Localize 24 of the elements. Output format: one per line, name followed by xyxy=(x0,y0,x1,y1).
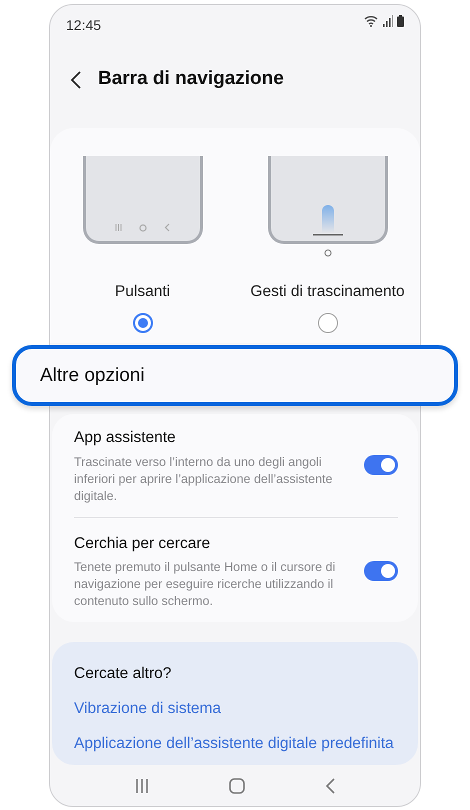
suggestion-link[interactable]: Vibrazione di sistema xyxy=(74,697,396,720)
highlighted-menu-item[interactable]: Altre opzioni xyxy=(12,345,458,406)
home-indicator-icon xyxy=(324,249,332,258)
suggestion-link[interactable]: Applicazione dell’assistente digitale predefinita xyxy=(74,732,396,756)
toggle-switch[interactable] xyxy=(364,455,398,476)
suggestions-title: Cercate altro? xyxy=(74,664,172,684)
setting-description: Trascinate verso l’interno da uno degli angoli inferiori per aprire l’applicazione dell’assistente digitale. xyxy=(74,454,334,505)
status-time: 12:45 xyxy=(66,16,102,35)
screen-title: Barra di navigazione xyxy=(98,67,284,91)
wifi-icon xyxy=(364,15,379,27)
option-label: Gesti di trascinamento xyxy=(250,282,405,302)
setting-title: Cerchia per cercare xyxy=(74,534,212,554)
battery-icon xyxy=(397,15,404,27)
option-label: Pulsanti xyxy=(114,282,170,302)
back-icon[interactable] xyxy=(325,778,335,794)
signal-icon xyxy=(383,15,393,27)
toggle-switch[interactable] xyxy=(364,560,398,581)
home-icon[interactable] xyxy=(229,778,245,794)
setting-description: Tenete premuto il pulsante Home o il cursore di navigazione per eseguire ricerche utilizzando il contenuto sullo schermo. xyxy=(74,558,336,610)
radio-button[interactable] xyxy=(318,313,338,334)
back-button[interactable] xyxy=(70,70,82,90)
radio-button[interactable] xyxy=(132,313,152,334)
recent-apps-icon[interactable] xyxy=(135,778,149,794)
setting-title: App assistente xyxy=(74,428,177,448)
